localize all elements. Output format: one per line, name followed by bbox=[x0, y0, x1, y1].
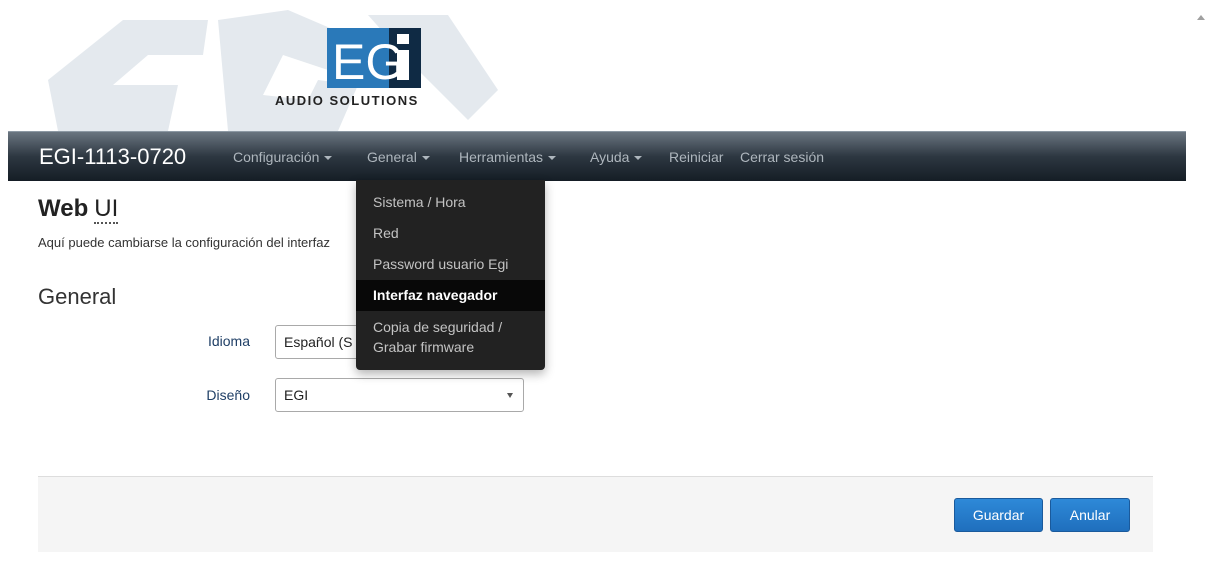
idioma-label: Idioma bbox=[207, 333, 250, 349]
diseno-select[interactable]: EGI bbox=[275, 378, 524, 412]
menu-item-sistema-hora[interactable]: Sistema / Hora bbox=[356, 192, 545, 212]
nav-label: Ayuda bbox=[590, 149, 630, 165]
page-title-ui: UI bbox=[94, 195, 119, 224]
logo-background-watermark-icon bbox=[48, 10, 498, 131]
nav-cerrar-sesion[interactable]: Cerrar sesión bbox=[740, 149, 824, 165]
caret-down-icon bbox=[421, 156, 430, 161]
section-title: General bbox=[38, 284, 117, 309]
nav-label: Configuración bbox=[233, 149, 320, 165]
logo-subtitle: AUDIO SOLUTIONS bbox=[275, 93, 419, 108]
page-title: Web UI bbox=[38, 195, 119, 224]
caret-down-icon bbox=[548, 156, 557, 161]
cancel-button[interactable]: Anular bbox=[1050, 498, 1130, 532]
idioma-select-value: Español (S bbox=[284, 334, 353, 350]
diseno-label: Diseño bbox=[206, 387, 250, 403]
header: EG AUDIO SOLUTIONS bbox=[8, 0, 1186, 131]
nav-herramientas[interactable]: Herramientas bbox=[459, 149, 557, 165]
scroll-up-arrow-icon[interactable] bbox=[1197, 15, 1205, 20]
menu-item-line: Copia de seguridad / bbox=[373, 319, 503, 335]
save-button[interactable]: Guardar bbox=[954, 498, 1043, 532]
page-description: Aquí puede cambiarse la configuración de… bbox=[38, 235, 330, 250]
menu-item-password-usuario[interactable]: Password usuario Egi bbox=[356, 254, 545, 274]
top-navbar: EGI-1113-0720 Configuración General Herr… bbox=[8, 131, 1186, 181]
diseno-select-value: EGI bbox=[284, 387, 309, 403]
nav-reiniciar[interactable]: Reiniciar bbox=[669, 149, 723, 165]
nav-general[interactable]: General bbox=[367, 149, 430, 165]
dropdown-arrow-icon bbox=[507, 393, 513, 398]
vertical-scrollbar[interactable] bbox=[1186, 0, 1214, 565]
menu-item-line: Grabar firmware bbox=[373, 339, 475, 355]
nav-label: Herramientas bbox=[459, 149, 544, 165]
nav-ayuda[interactable]: Ayuda bbox=[590, 149, 643, 165]
nav-label: General bbox=[367, 149, 417, 165]
form-footer: Guardar Anular bbox=[38, 476, 1153, 552]
page-title-bold: Web bbox=[38, 195, 89, 222]
nav-label: Cerrar sesión bbox=[740, 149, 825, 165]
egi-logo-icon: EG bbox=[327, 28, 421, 88]
svg-text:EG: EG bbox=[332, 34, 404, 88]
menu-item-red[interactable]: Red bbox=[356, 223, 545, 243]
nav-label: Reiniciar bbox=[669, 149, 724, 165]
caret-down-icon bbox=[324, 156, 333, 161]
general-dropdown-menu: Sistema / Hora Red Password usuario Egi … bbox=[356, 180, 545, 370]
device-name[interactable]: EGI-1113-0720 bbox=[39, 144, 186, 170]
menu-item-interfaz-navegador[interactable]: Interfaz navegador bbox=[356, 280, 545, 311]
menu-item-copia-seguridad[interactable]: Copia de seguridad / Grabar firmware bbox=[356, 317, 545, 357]
nav-configuracion[interactable]: Configuración bbox=[233, 149, 333, 165]
caret-down-icon bbox=[634, 156, 643, 161]
